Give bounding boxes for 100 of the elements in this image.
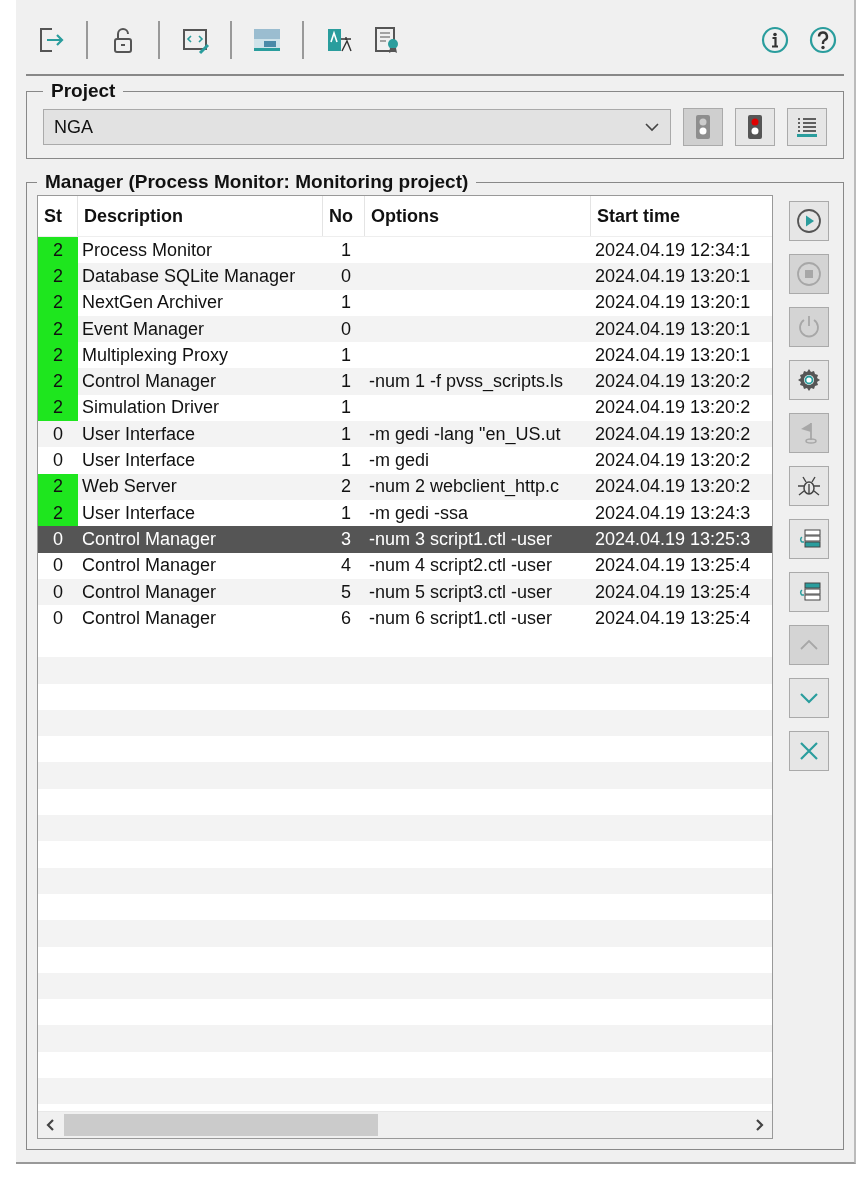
table-cell-text: 4 bbox=[340, 554, 352, 578]
stop-icon bbox=[796, 261, 822, 287]
table-row[interactable]: 2 User Interface 1 -m gedi -ssa 2024.04.19 13:24:3 bbox=[38, 499, 772, 527]
table-cell-text: 0 bbox=[340, 264, 352, 288]
table-cell-text: User Interface bbox=[81, 422, 197, 446]
status-cell: 2 bbox=[38, 263, 78, 290]
table-cell-text: -num 2 webclient_http.c bbox=[368, 475, 561, 499]
info-icon bbox=[761, 26, 789, 54]
table-row[interactable]: 2 NextGen Archiver 1 2024.04.19 13:20:1 bbox=[38, 289, 772, 316]
table-cell-text: Multiplexing Proxy bbox=[81, 343, 230, 367]
table-cell-text: 2024.04.19 13:20:2 bbox=[594, 422, 752, 446]
status-cell-text: 0 bbox=[52, 527, 64, 551]
project-button[interactable] bbox=[787, 108, 827, 146]
table-row[interactable]: 2 Process Monitor 1 2024.04.19 12:34:1 bbox=[38, 237, 772, 264]
table-cell-text: 2024.04.19 13:20:2 bbox=[594, 396, 752, 420]
table-cell-text: User Interface bbox=[81, 449, 197, 472]
table-cell-text: Control Manager bbox=[81, 527, 218, 551]
list-icon bbox=[795, 115, 819, 139]
table-cell-text: 2024.04.19 13:25:4 bbox=[594, 580, 752, 604]
column-header[interactable]: Start time bbox=[591, 196, 772, 236]
table-cell-text: 2024.04.19 13:20:1 bbox=[594, 317, 752, 341]
status-cell: 2 bbox=[38, 473, 78, 500]
column-header[interactable]: St bbox=[38, 196, 78, 236]
column-header[interactable]: Description bbox=[78, 196, 323, 236]
table-cell-text: 2024.04.19 13:24:3 bbox=[594, 501, 752, 525]
column-header[interactable]: Options bbox=[365, 196, 591, 236]
table-row[interactable]: 0 Control Manager 4 -num 4 script2.ctl -user 2024.04.19 13:25:4 bbox=[38, 552, 772, 579]
table-cell-text: Database SQLite Manager bbox=[81, 264, 297, 288]
table-cell-text: 1 bbox=[340, 422, 352, 446]
group-title: Project bbox=[50, 80, 117, 102]
table-cell-text: 3 bbox=[340, 527, 352, 551]
table-cell-text: 2024.04.19 13:25:4 bbox=[594, 554, 752, 578]
help-icon bbox=[809, 26, 837, 54]
status-cell: 2 bbox=[38, 394, 78, 422]
table-cell-text: Control Manager bbox=[81, 370, 218, 394]
status-cell: 2 bbox=[38, 315, 78, 343]
table-row[interactable]: 0 Control Manager 5 -num 5 script3.ctl -user 2024.04.19 13:25:4 bbox=[38, 578, 772, 606]
table-cell-text: 1 bbox=[340, 343, 352, 367]
chevron-down-icon bbox=[644, 122, 660, 132]
table-row[interactable]: 0 Control Manager 3 -num 3 script1.ctl -user 2024.04.19 13:25:3 bbox=[38, 526, 772, 553]
table-cell-text: Simulation Driver bbox=[81, 396, 221, 420]
table-cell-text: -m gedi bbox=[368, 449, 431, 472]
table-cell-text: -num 4 script2.ctl -user bbox=[368, 554, 554, 578]
table-cell-text: -m gedi -lang "en_US.ut bbox=[368, 422, 562, 447]
status-cell: 2 bbox=[38, 289, 78, 316]
table-cell-text: NextGen Archiver bbox=[81, 291, 225, 315]
table-cell-text: 2024.04.19 13:20:1 bbox=[594, 264, 752, 288]
project-button[interactable] bbox=[735, 108, 775, 146]
table-cell-text: 2 bbox=[340, 475, 352, 499]
table-cell-text: 1 bbox=[340, 291, 352, 315]
play-icon bbox=[796, 208, 822, 234]
table-cell-text: 2024.04.19 13:20:2 bbox=[594, 370, 752, 394]
table-cell-text: -num 3 script1.ctl -user bbox=[368, 527, 554, 551]
status-cell-text: 0 bbox=[52, 606, 64, 630]
group-title: Manager (Process Monitor: Monitoring project) bbox=[44, 171, 470, 193]
table-row[interactable]: 2 Database SQLite Manager 0 2024.04.19 13:20:1 bbox=[38, 263, 772, 290]
table-cell-text: 1 bbox=[340, 449, 352, 472]
table-cell-text: Control Manager bbox=[81, 554, 218, 578]
table-row[interactable]: 2 Simulation Driver 1 2024.04.19 13:20:2 bbox=[38, 394, 772, 422]
table-cell-text: 2024.04.19 13:20:1 bbox=[594, 343, 752, 367]
side-button[interactable] bbox=[789, 519, 829, 559]
table-cell-text: 2024.04.19 13:20:2 bbox=[594, 475, 752, 499]
table-row[interactable]: 2 Event Manager 0 2024.04.19 13:20:1 bbox=[38, 315, 772, 343]
status-cell-text: 0 bbox=[52, 422, 64, 446]
table-cell-text: 1 bbox=[340, 238, 352, 262]
side-button[interactable] bbox=[789, 201, 829, 241]
side-button[interactable] bbox=[789, 360, 829, 400]
table-row[interactable]: 0 User Interface 1 -m gedi -lang "en_US.ut 2024.04.19 13:20:2 bbox=[38, 421, 772, 448]
table-cell-text: 2024.04.19 13:20:1 bbox=[594, 291, 752, 315]
side-button[interactable] bbox=[789, 572, 829, 612]
table-cell-text: -num 5 script3.ctl -user bbox=[368, 580, 554, 604]
table-cell-text: Web Server bbox=[81, 475, 178, 499]
table-cell-text: 2024.04.19 13:25:3 bbox=[594, 527, 752, 551]
status-cell: 2 bbox=[38, 237, 78, 264]
status-cell-text: 0 bbox=[52, 554, 64, 578]
table-row[interactable]: 2 Multiplexing Proxy 1 2024.04.19 13:20:1 bbox=[38, 342, 772, 369]
status-cell-text: 0 bbox=[52, 449, 64, 472]
column-header[interactable]: No bbox=[323, 196, 365, 236]
table-cell-text: 0 bbox=[340, 317, 352, 341]
status-cell: 2 bbox=[38, 342, 78, 369]
table-row[interactable]: 0 Control Manager 6 -num 6 script1.ctl -user 2024.04.19 13:25:4 bbox=[38, 605, 772, 632]
table-row[interactable]: 2 Web Server 2 -num 2 webclient_http.c 2024.04.19 13:20:2 bbox=[38, 473, 772, 500]
table-cell-text: 1 bbox=[340, 396, 352, 420]
project-dropdown[interactable]: NGA bbox=[43, 109, 671, 145]
table-cell-text: -num 1 -f pvss_scripts.ls bbox=[368, 370, 565, 394]
table-row[interactable]: 0 User Interface 1 -m gedi 2024.04.19 13:20:2 bbox=[38, 447, 772, 474]
table-cell-text: 2024.04.19 13:20:2 bbox=[594, 449, 752, 472]
status-cell: 2 bbox=[38, 368, 78, 395]
table-cell-text: Process Monitor bbox=[81, 238, 214, 262]
table-cell-text: -m gedi -ssa bbox=[368, 501, 470, 525]
table-cell-text: 2024.04.19 12:34:1 bbox=[594, 238, 752, 262]
settings-icon bbox=[796, 367, 822, 393]
horizontal-scrollbar[interactable] bbox=[38, 1111, 772, 1138]
table-cell-text: User Interface bbox=[81, 501, 197, 525]
table-cell-text: 5 bbox=[340, 580, 352, 604]
table-cell-text: -num 6 script1.ctl -user bbox=[368, 606, 554, 630]
side-button[interactable] bbox=[789, 466, 829, 506]
table-cell-text: 6 bbox=[340, 606, 352, 630]
table-row[interactable]: 2 Control Manager 1 -num 1 -f pvss_scripts.ls 2024.04.19 13:20:2 bbox=[38, 368, 772, 395]
table-cell-text: Event Manager bbox=[81, 317, 206, 341]
